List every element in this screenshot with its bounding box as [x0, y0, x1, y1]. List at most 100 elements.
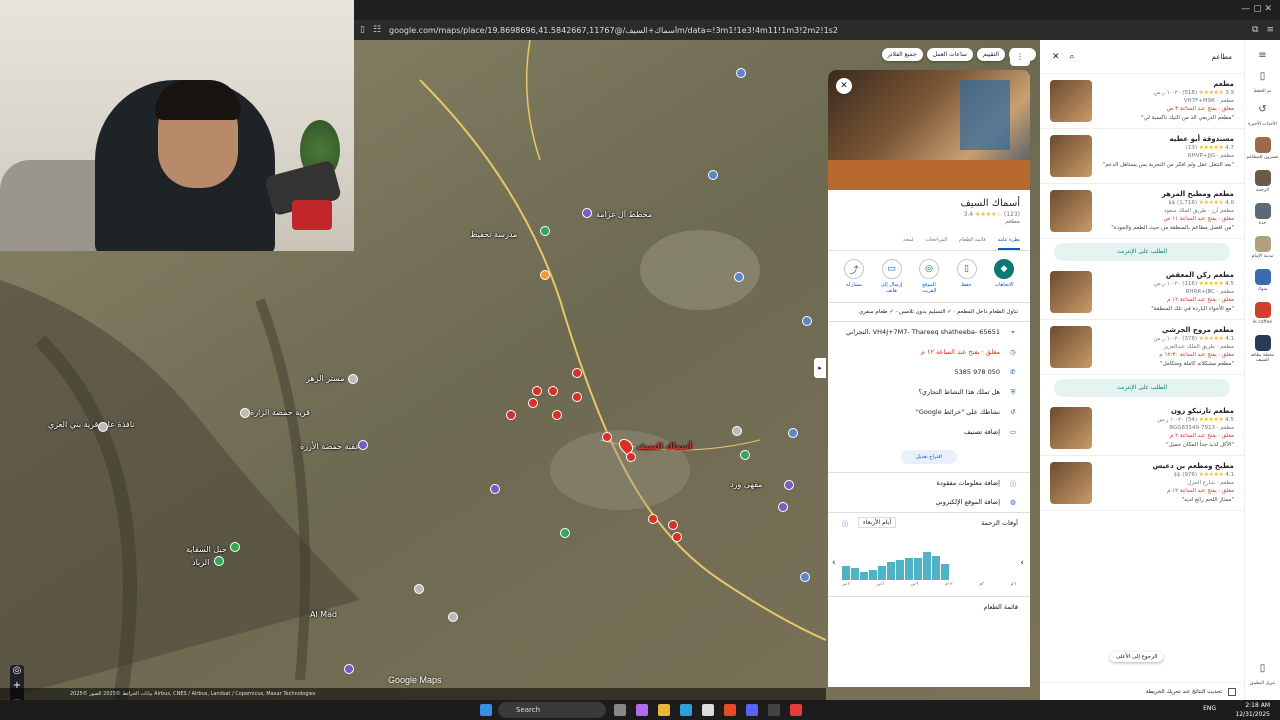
- directions-button[interactable]: ◆ الاتجاهات: [990, 259, 1018, 294]
- popular-time-bar[interactable]: [869, 570, 877, 580]
- poi-marker[interactable]: [230, 542, 240, 552]
- restaurant-pin[interactable]: [572, 368, 582, 378]
- place-photo[interactable]: ✕: [828, 70, 1030, 190]
- rail-recent-place[interactable]: مدينة الإمام: [1245, 236, 1280, 259]
- copilot-icon[interactable]: [636, 704, 648, 716]
- edge-icon[interactable]: [680, 704, 692, 716]
- result-photo[interactable]: [1050, 407, 1092, 449]
- result-name[interactable]: مطعم ومطبخ المزهر: [1098, 190, 1234, 198]
- tab-reviews[interactable]: المراجعات: [925, 237, 947, 250]
- restaurant-pin[interactable]: [626, 452, 636, 462]
- window-controls[interactable]: — ▢ ✕: [1241, 4, 1272, 14]
- result-name[interactable]: مطبخ ومطعم بن دعيس: [1098, 462, 1234, 470]
- place-category[interactable]: مطعم: [828, 218, 1030, 225]
- poi-marker[interactable]: [448, 612, 458, 622]
- popular-time-bar[interactable]: [932, 556, 940, 580]
- poi-marker[interactable]: [490, 484, 500, 494]
- obs-icon[interactable]: [790, 704, 802, 716]
- result-item[interactable]: مطعم ركن المعقص 4.5 ★★★★★ (116) ٢٠-١٠ ر.…: [1040, 265, 1244, 320]
- poi-marker[interactable]: [734, 272, 744, 282]
- restaurant-pin[interactable]: [572, 392, 582, 402]
- poi-marker[interactable]: [788, 428, 798, 438]
- clock[interactable]: 2:18 AM 12/31/2025: [1235, 701, 1270, 719]
- map-label[interactable]: Al Mad: [310, 610, 337, 619]
- menu-icon[interactable]: ≡: [1266, 25, 1274, 35]
- result-item[interactable]: مطبخ ومطعم بن دعيس 4.1 ★★★★★ (976) $$ مط…: [1040, 456, 1244, 511]
- back-to-top-button[interactable]: الرجوع إلى الأعلى: [1110, 652, 1164, 662]
- restaurant-pin[interactable]: [552, 410, 562, 420]
- popular-time-bar[interactable]: [914, 558, 922, 580]
- file-explorer-icon[interactable]: [658, 704, 670, 716]
- poi-marker[interactable]: [708, 170, 718, 180]
- map-label[interactable]: مستر الزهر: [306, 374, 345, 383]
- restaurant-pin[interactable]: [668, 520, 678, 530]
- nearby-button[interactable]: ◎ الموقع القريب: [915, 259, 943, 294]
- chevron-left-icon[interactable]: ‹: [832, 558, 836, 568]
- popular-time-bar[interactable]: [842, 566, 850, 580]
- terminal-icon[interactable]: [768, 704, 780, 716]
- map-label[interactable]: عقبة حمضة الأزرة: [300, 442, 360, 451]
- close-search-icon[interactable]: ✕: [1052, 52, 1060, 62]
- result-photo[interactable]: [1050, 326, 1092, 368]
- rail-saved[interactable]: ▯ تم الحفظ: [1245, 71, 1280, 94]
- tab-menu[interactable]: قائمة الطعام: [959, 237, 986, 250]
- poi-marker[interactable]: [582, 208, 592, 218]
- rail-recent-place[interactable]: الزحمة: [1245, 170, 1280, 193]
- popular-time-bar[interactable]: [923, 552, 931, 580]
- map-label[interactable]: الرباد: [192, 558, 209, 567]
- result-photo[interactable]: [1050, 190, 1092, 232]
- poi-marker[interactable]: [344, 664, 354, 674]
- day-selector[interactable]: أيام الأربعاء: [858, 517, 896, 528]
- poi-marker[interactable]: [800, 572, 810, 582]
- website-row[interactable]: ◍ إضافة الموقع الإلكتروني: [828, 492, 1030, 512]
- poi-marker[interactable]: [740, 450, 750, 460]
- restaurant-pin[interactable]: [602, 432, 612, 442]
- address-row[interactable]: ⌖ VH4J+7M7- Thareeq shatheeba- 65651 ،الن…: [828, 322, 1030, 342]
- update-on-move-checkbox[interactable]: [1228, 687, 1236, 696]
- result-item[interactable]: مطعم تارتيكو زون 4.5 ★★★★★ (54) ٢٠-١٠ ر.…: [1040, 401, 1244, 456]
- poi-marker[interactable]: [732, 426, 742, 436]
- map-label[interactable]: مدرسة تحفيظ: [470, 230, 517, 239]
- map-label[interactable]: جبل السقاية: [186, 545, 227, 554]
- map-label[interactable]: نافذة على قرية بني العزي: [48, 420, 134, 429]
- taskbar-search[interactable]: Search: [498, 702, 606, 718]
- service-options[interactable]: تناول الطعام داخل المطعم · ✓ التسليم بدو…: [828, 303, 1030, 322]
- suggest-edit-button[interactable]: اقتراح تعديل: [901, 450, 957, 464]
- language-indicator[interactable]: ENG: [1203, 705, 1216, 712]
- order-online-button[interactable]: الطلب على الإنترنت: [1054, 379, 1230, 397]
- more-options-icon[interactable]: ⋮: [1010, 48, 1030, 66]
- search-icon[interactable]: ⌕: [1070, 52, 1075, 62]
- result-photo[interactable]: [1050, 462, 1092, 504]
- missing-info-row[interactable]: ⓘ إضافة معلومات مفقودة: [828, 472, 1030, 492]
- store-icon[interactable]: [702, 704, 714, 716]
- restaurant-pin[interactable]: [548, 386, 558, 396]
- rail-recent-place[interactable]: عشرون للمطاعم: [1245, 137, 1280, 160]
- poi-marker[interactable]: [240, 408, 250, 418]
- result-item[interactable]: مطعم مروج الجرشي 4.1 ★★★★★ (378) ٢٠-١٠ ر…: [1040, 320, 1244, 375]
- result-item[interactable]: مطعم 3.9 ★★★★★ (518) ٢٠-١٠ ر.س مطعم · VH…: [1040, 74, 1244, 129]
- restaurant-pin[interactable]: [532, 386, 542, 396]
- search-input[interactable]: مطاعم: [1085, 53, 1232, 61]
- poi-marker[interactable]: [348, 374, 358, 384]
- extensions-icon[interactable]: ⧉: [1252, 25, 1258, 35]
- popular-time-bar[interactable]: [887, 562, 895, 580]
- rail-recents[interactable]: ↺ الأحداث الأخيرة: [1245, 104, 1280, 127]
- bookmark-icon[interactable]: ▯: [360, 25, 365, 35]
- rail-recent-place[interactable]: ik coffee: [1245, 302, 1280, 325]
- poi-marker[interactable]: [540, 270, 550, 280]
- chip-all-filters[interactable]: جميع الفلاتر: [881, 48, 923, 61]
- result-name[interactable]: مطعم مروج الجرشي: [1098, 326, 1234, 334]
- poi-marker[interactable]: [736, 68, 746, 78]
- menu-row[interactable]: قائمة الطعام: [828, 596, 1030, 616]
- result-item[interactable]: مسندوقة أبو عطيه 4.7 ★★★★★ (13) مطعم · R…: [1040, 129, 1244, 184]
- map-label[interactable]: مخطط آل غرامة: [596, 210, 652, 219]
- restaurant-pin[interactable]: [672, 532, 682, 542]
- popular-time-bar[interactable]: [878, 566, 886, 580]
- poi-marker[interactable]: [802, 316, 812, 326]
- popular-time-bar[interactable]: [905, 558, 913, 580]
- popular-time-bar[interactable]: [896, 560, 904, 580]
- result-name[interactable]: مسندوقة أبو عطيه: [1098, 135, 1234, 143]
- result-photo[interactable]: [1050, 271, 1092, 313]
- info-icon[interactable]: ⓘ: [840, 518, 850, 528]
- url-text[interactable]: google.com/maps/place/أسماك+السيف/@19.86…: [389, 26, 1244, 35]
